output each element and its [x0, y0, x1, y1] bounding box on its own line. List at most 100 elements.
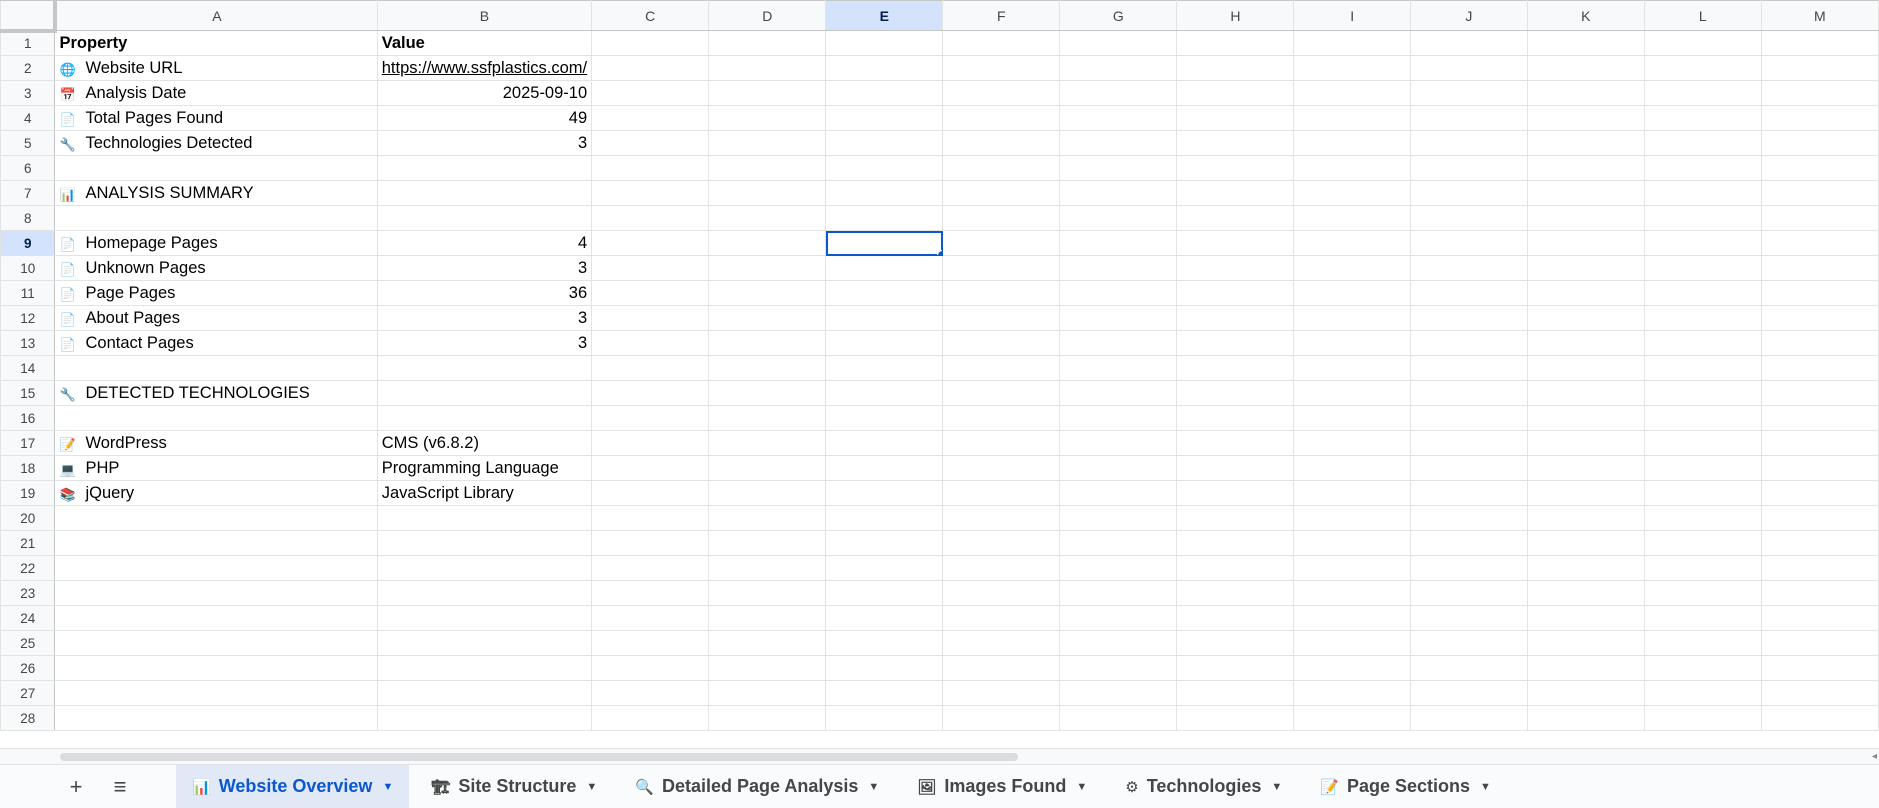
cell-i20[interactable] — [1293, 505, 1411, 531]
cell-b7[interactable] — [376, 180, 593, 206]
cell-b19[interactable]: JavaScript Library — [376, 480, 593, 506]
cell-h18[interactable] — [1176, 455, 1295, 481]
row-header-22[interactable]: 22 — [0, 555, 56, 581]
cell-d27[interactable] — [708, 680, 827, 706]
cell-e3[interactable] — [825, 80, 944, 106]
cell-m12[interactable] — [1760, 305, 1879, 331]
cell-c15[interactable] — [591, 380, 710, 406]
scrollbar-thumb[interactable] — [60, 753, 1018, 761]
cell-d7[interactable] — [708, 180, 827, 206]
cell-m8[interactable] — [1760, 205, 1879, 231]
cell-i21[interactable] — [1293, 530, 1411, 556]
cell-j6[interactable] — [1410, 155, 1528, 181]
all-sheets-button[interactable]: ≡ — [102, 769, 138, 805]
sheet-tab-detailed-page-analysis[interactable]: 🔍 Detailed Page Analysis ▼ — [619, 765, 895, 808]
cell-l24[interactable] — [1643, 605, 1762, 631]
cell-d23[interactable] — [708, 580, 827, 606]
cell-e12[interactable] — [825, 305, 944, 331]
column-header-m[interactable]: M — [1760, 0, 1879, 31]
row-header-7[interactable]: 7 — [0, 180, 56, 206]
cell-f10[interactable] — [942, 255, 1061, 281]
cell-l22[interactable] — [1643, 555, 1762, 581]
cell-b13[interactable]: 3 — [376, 330, 593, 356]
cell-a20[interactable] — [54, 505, 378, 531]
sheet-tab-technologies[interactable]: ⚙ Technologies ▼ — [1109, 765, 1298, 808]
cell-h10[interactable] — [1176, 255, 1295, 281]
cell-f14[interactable] — [942, 355, 1061, 381]
cell-d9[interactable] — [708, 230, 827, 256]
cell-f3[interactable] — [942, 80, 1061, 106]
cell-h25[interactable] — [1176, 630, 1295, 656]
cell-k25[interactable] — [1526, 630, 1645, 656]
cell-c5[interactable] — [591, 130, 710, 156]
cell-c1[interactable] — [591, 30, 710, 56]
cell-d18[interactable] — [708, 455, 827, 481]
cell-l15[interactable] — [1643, 380, 1762, 406]
chevron-down-icon[interactable]: ▼ — [382, 781, 393, 793]
cell-l26[interactable] — [1643, 655, 1762, 681]
cell-e22[interactable] — [825, 555, 944, 581]
cell-l17[interactable] — [1643, 430, 1762, 456]
cell-e27[interactable] — [825, 680, 944, 706]
cell-e20[interactable] — [825, 505, 944, 531]
cell-d16[interactable] — [708, 405, 827, 431]
active-cell[interactable] — [825, 230, 944, 256]
cell-k13[interactable] — [1526, 330, 1645, 356]
cell-c16[interactable] — [591, 405, 710, 431]
cell-g27[interactable] — [1059, 680, 1178, 706]
cell-a25[interactable] — [54, 630, 378, 656]
cell-c2[interactable] — [591, 55, 710, 81]
cell-h16[interactable] — [1176, 405, 1295, 431]
cell-l25[interactable] — [1643, 630, 1762, 656]
cell-f5[interactable] — [942, 130, 1061, 156]
cell-i12[interactable] — [1293, 305, 1411, 331]
cell-c25[interactable] — [591, 630, 710, 656]
column-header-g[interactable]: G — [1059, 0, 1178, 31]
cell-d2[interactable] — [708, 55, 827, 81]
cell-c18[interactable] — [591, 455, 710, 481]
cell-b25[interactable] — [376, 630, 593, 656]
cell-c23[interactable] — [591, 580, 710, 606]
cell-l3[interactable] — [1643, 80, 1762, 106]
cell-a14[interactable] — [54, 355, 378, 381]
cell-a16[interactable] — [54, 405, 378, 431]
cell-g9[interactable] — [1059, 230, 1178, 256]
row-header-8[interactable]: 8 — [0, 205, 56, 231]
cell-b4[interactable]: 49 — [376, 105, 593, 131]
cell-a1[interactable]: Property — [54, 30, 378, 56]
select-all-corner[interactable] — [0, 0, 58, 33]
sheet-tab-site-structure[interactable]: 🏗 Site Structure ▼ — [415, 765, 613, 808]
cell-i22[interactable] — [1293, 555, 1411, 581]
cell-l28[interactable] — [1643, 705, 1762, 731]
cell-c9[interactable] — [591, 230, 710, 256]
row-header-3[interactable]: 3 — [0, 80, 56, 106]
cell-a7[interactable]: 📊 ANALYSIS SUMMARY — [54, 180, 378, 206]
cell-g23[interactable] — [1059, 580, 1178, 606]
row-header-24[interactable]: 24 — [0, 605, 56, 631]
cell-e25[interactable] — [825, 630, 944, 656]
cell-e28[interactable] — [825, 705, 944, 731]
cell-d15[interactable] — [708, 380, 827, 406]
cell-i9[interactable] — [1293, 230, 1411, 256]
cell-b9[interactable]: 4 — [376, 230, 593, 256]
cell-i28[interactable] — [1293, 705, 1411, 731]
cell-h8[interactable] — [1176, 205, 1295, 231]
row-header-18[interactable]: 18 — [0, 455, 56, 481]
cell-i5[interactable] — [1293, 130, 1411, 156]
row-header-27[interactable]: 27 — [0, 680, 56, 706]
cell-k19[interactable] — [1526, 480, 1645, 506]
cell-m13[interactable] — [1760, 330, 1879, 356]
cell-e13[interactable] — [825, 330, 944, 356]
cell-m24[interactable] — [1760, 605, 1879, 631]
cell-m10[interactable] — [1760, 255, 1879, 281]
cell-m18[interactable] — [1760, 455, 1879, 481]
cell-d21[interactable] — [708, 530, 827, 556]
cell-e6[interactable] — [825, 155, 944, 181]
cell-j21[interactable] — [1410, 530, 1528, 556]
cell-l23[interactable] — [1643, 580, 1762, 606]
cell-b3[interactable]: 2025-09-10 — [376, 80, 593, 106]
website-url-link[interactable]: https://www.ssfplastics.com/ — [376, 55, 593, 81]
cell-f24[interactable] — [942, 605, 1061, 631]
cell-b17[interactable]: CMS (v6.8.2) — [376, 430, 593, 456]
cell-h13[interactable] — [1176, 330, 1295, 356]
